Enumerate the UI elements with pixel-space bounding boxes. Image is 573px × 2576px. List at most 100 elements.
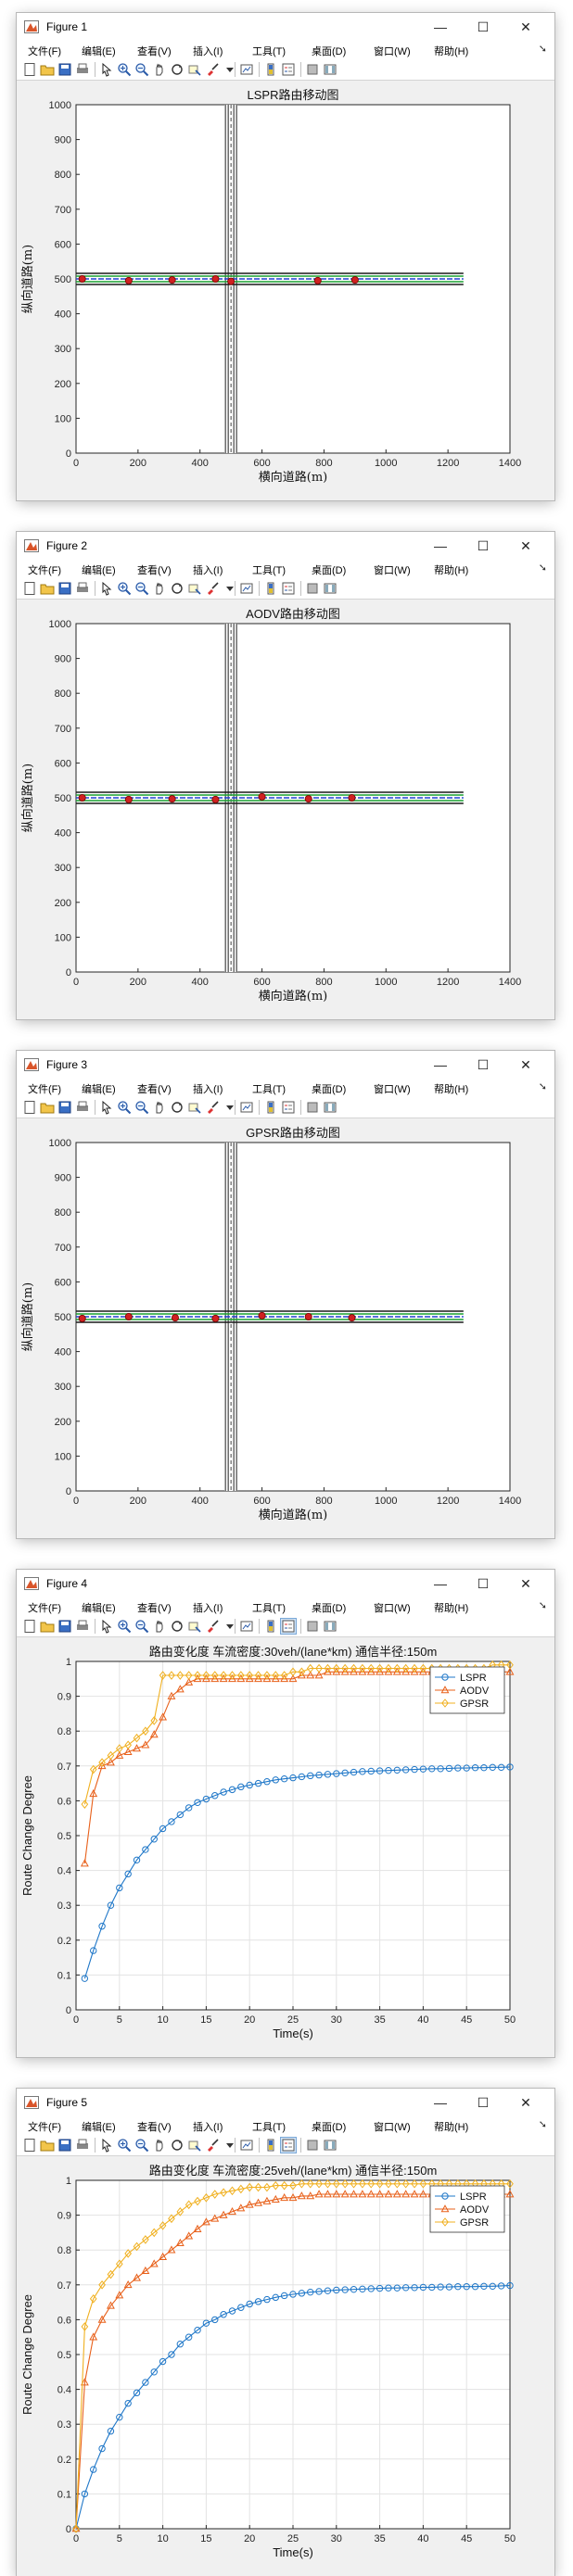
menu-item[interactable]: 工具(T) [252, 1600, 286, 1615]
zoom-out-icon[interactable] [134, 1100, 149, 1115]
menu-item[interactable]: 工具(T) [252, 562, 286, 577]
open-file-icon[interactable] [40, 2138, 55, 2153]
colorbar-icon[interactable] [263, 62, 278, 77]
data-cursor-icon[interactable] [187, 1619, 202, 1634]
zoom-out-icon[interactable] [134, 62, 149, 77]
open-file-icon[interactable] [40, 581, 55, 596]
menu-item[interactable]: 查看(V) [137, 1600, 172, 1615]
save-icon[interactable] [57, 2138, 72, 2153]
maximize-button[interactable]: ☐ [462, 1051, 504, 1079]
close-button[interactable]: ✕ [504, 1051, 547, 1079]
brush-icon[interactable] [205, 62, 220, 77]
menu-item[interactable]: 帮助(H) [434, 1081, 468, 1096]
open-file-icon[interactable] [40, 62, 55, 77]
menu-item[interactable]: 窗口(W) [374, 2119, 411, 2134]
close-button[interactable]: ✕ [504, 532, 547, 560]
new-figure-icon[interactable] [22, 1619, 37, 1634]
rotate-icon[interactable] [170, 2138, 185, 2153]
pointer-icon[interactable] [99, 1619, 114, 1634]
brush-icon[interactable] [205, 1100, 220, 1115]
new-figure-icon[interactable] [22, 62, 37, 77]
pan-icon[interactable] [152, 1100, 167, 1115]
show-plot-tools-icon[interactable] [323, 2138, 337, 2153]
hide-plot-tools-icon[interactable] [305, 1100, 320, 1115]
menu-item[interactable]: 查看(V) [137, 44, 172, 58]
menu-item[interactable]: 插入(I) [193, 1600, 223, 1615]
close-button[interactable]: ✕ [504, 2089, 547, 2116]
zoom-in-icon[interactable] [117, 62, 132, 77]
hide-plot-tools-icon[interactable] [305, 62, 320, 77]
menu-item[interactable]: 插入(I) [193, 562, 223, 577]
menu-item[interactable]: 窗口(W) [374, 562, 411, 577]
menu-item[interactable]: 插入(I) [193, 2119, 223, 2134]
menu-item[interactable]: 帮助(H) [434, 562, 468, 577]
print-icon[interactable] [75, 1619, 90, 1634]
new-figure-icon[interactable] [22, 581, 37, 596]
legend-icon[interactable] [280, 2137, 297, 2153]
hide-plot-tools-icon[interactable] [305, 581, 320, 596]
legend-icon[interactable] [281, 1100, 296, 1115]
minimize-button[interactable]: — [419, 1570, 462, 1597]
pointer-icon[interactable] [99, 1100, 114, 1115]
brush-icon[interactable] [205, 581, 220, 596]
menu-item[interactable]: 查看(V) [137, 1081, 172, 1096]
menu-item[interactable]: 查看(V) [137, 562, 172, 577]
title-bar[interactable]: Figure 4 — ☐ ✕ [17, 1570, 554, 1597]
rotate-icon[interactable] [170, 1100, 185, 1115]
show-plot-tools-icon[interactable] [323, 581, 337, 596]
menu-item[interactable]: 工具(T) [252, 1081, 286, 1096]
zoom-out-icon[interactable] [134, 1619, 149, 1634]
new-figure-icon[interactable] [22, 2138, 37, 2153]
colorbar-icon[interactable] [263, 1619, 278, 1634]
link-plot-icon[interactable] [239, 1619, 254, 1634]
link-plot-icon[interactable] [239, 62, 254, 77]
menu-item[interactable]: 窗口(W) [374, 1600, 411, 1615]
zoom-out-icon[interactable] [134, 2138, 149, 2153]
maximize-button[interactable]: ☐ [462, 13, 504, 41]
menu-item[interactable]: 帮助(H) [434, 1600, 468, 1615]
menu-item[interactable]: 工具(T) [252, 44, 286, 58]
maximize-button[interactable]: ☐ [462, 532, 504, 560]
menu-item[interactable]: 桌面(D) [312, 1600, 346, 1615]
menu-item[interactable]: 文件(F) [28, 1600, 61, 1615]
legend-icon[interactable] [281, 62, 296, 77]
menu-item[interactable]: 编辑(E) [82, 1600, 116, 1615]
pointer-icon[interactable] [99, 2138, 114, 2153]
maximize-button[interactable]: ☐ [462, 2089, 504, 2116]
minimize-button[interactable]: — [419, 13, 462, 41]
dock-arrow-icon[interactable]: ➘ [539, 1599, 547, 1611]
menu-item[interactable]: 帮助(H) [434, 2119, 468, 2134]
menu-item[interactable]: 查看(V) [137, 2119, 172, 2134]
legend-icon[interactable] [281, 581, 296, 596]
open-file-icon[interactable] [40, 1100, 55, 1115]
minimize-button[interactable]: — [419, 2089, 462, 2116]
menu-item[interactable]: 编辑(E) [82, 562, 116, 577]
pan-icon[interactable] [152, 1619, 167, 1634]
minimize-button[interactable]: — [419, 1051, 462, 1079]
print-icon[interactable] [75, 62, 90, 77]
dock-arrow-icon[interactable]: ➘ [539, 1080, 547, 1092]
zoom-in-icon[interactable] [117, 581, 132, 596]
pointer-icon[interactable] [99, 581, 114, 596]
menu-item[interactable]: 桌面(D) [312, 2119, 346, 2134]
zoom-in-icon[interactable] [117, 1619, 132, 1634]
data-cursor-icon[interactable] [187, 581, 202, 596]
colorbar-icon[interactable] [263, 2138, 278, 2153]
data-cursor-icon[interactable] [187, 2138, 202, 2153]
menu-item[interactable]: 文件(F) [28, 1081, 61, 1096]
title-bar[interactable]: Figure 3 — ☐ ✕ [17, 1051, 554, 1079]
close-button[interactable]: ✕ [504, 13, 547, 41]
rotate-icon[interactable] [170, 1619, 185, 1634]
save-icon[interactable] [57, 62, 72, 77]
data-cursor-icon[interactable] [187, 62, 202, 77]
menu-item[interactable]: 文件(F) [28, 2119, 61, 2134]
legend[interactable]: LSPRAODVGPSR [429, 2185, 505, 2233]
rotate-icon[interactable] [170, 62, 185, 77]
close-button[interactable]: ✕ [504, 1570, 547, 1597]
menu-item[interactable]: 编辑(E) [82, 44, 116, 58]
dock-arrow-icon[interactable]: ➘ [539, 2118, 547, 2130]
menu-item[interactable]: 桌面(D) [312, 44, 346, 58]
pointer-icon[interactable] [99, 62, 114, 77]
menu-item[interactable]: 编辑(E) [82, 2119, 116, 2134]
print-icon[interactable] [75, 2138, 90, 2153]
